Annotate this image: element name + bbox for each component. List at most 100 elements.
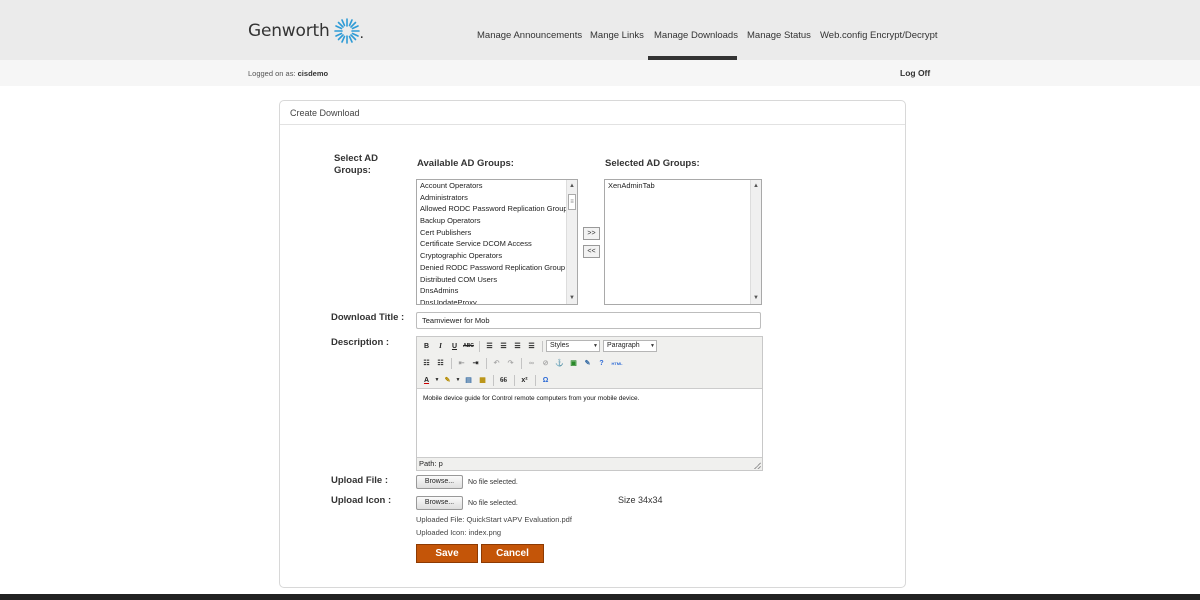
image-icon[interactable]: ▣ [567,357,580,370]
align-left-icon[interactable]: ☰ [483,340,496,353]
sunburst-logo-icon [333,18,360,44]
browse-file-button[interactable]: Browse... [416,475,463,489]
add-group-button[interactable]: >> [583,227,600,240]
toolbar-row: A ▼ ✎ ▼ ▤ ▦ 66 x² Ω [420,372,553,388]
selected-groups-list[interactable]: XenAdminTab ▲ ▼ [604,179,762,305]
toolbar-separator [479,340,480,352]
bullet-list-icon[interactable]: ☷ [420,357,433,370]
paragraph-select[interactable]: Paragraph ▼ [603,340,657,352]
paragraph-value: Paragraph [607,342,640,349]
list-item[interactable]: Administrators [417,192,577,204]
list-item[interactable]: XenAdminTab [605,180,761,192]
strikethrough-icon[interactable]: ABC [462,340,475,353]
paste-text-icon[interactable]: ▤ [462,374,475,387]
scroll-down-icon[interactable]: ▼ [567,293,577,303]
nav-webconfig-encrypt[interactable]: Web.config Encrypt/Decrypt [820,30,938,41]
bold-icon[interactable]: B [420,340,433,353]
available-list-scrollbar[interactable]: ▲ ≡ ▼ [566,180,577,304]
chevron-down-icon: ▼ [593,343,598,349]
selected-list-scrollbar[interactable]: ▲ ▼ [750,180,761,304]
scroll-up-icon[interactable]: ▲ [567,181,577,191]
logged-prefix: Logged on as: [248,69,296,78]
align-justify-icon[interactable]: ☰ [525,340,538,353]
styles-select[interactable]: Styles ▼ [546,340,600,352]
list-item[interactable]: Cert Publishers [417,227,577,239]
editor-toolbar: B I U ABC ☰ ☰ ☰ ☰ Styles ▼ Paragraph ▼ ☷… [417,337,762,389]
logged-user: cisdemo [297,69,329,78]
styles-value: Styles [550,342,570,349]
chevron-down-icon[interactable]: ▼ [455,374,461,387]
scroll-down-icon[interactable]: ▼ [751,293,761,303]
brand-name: Genworth [248,21,330,41]
uploaded-icon-info: Uploaded Icon: index.png [416,528,502,537]
blockquote-icon[interactable]: 66 [497,374,510,387]
resize-grip-icon[interactable] [754,462,761,469]
toolbar-separator [514,374,515,386]
special-char-icon[interactable]: Ω [539,374,552,387]
upload-file-label: Upload File : [331,475,388,486]
icon-status: No file selected. [468,500,518,507]
list-item[interactable]: Certificate Service DCOM Access [417,238,577,250]
genworth-logo[interactable]: Genworth . [248,17,364,45]
nav-manage-status[interactable]: Manage Status [747,30,811,41]
nav-manage-announcements[interactable]: Manage Announcements [477,30,582,41]
session-bar [0,60,1200,86]
redo-icon[interactable]: ↷ [504,357,517,370]
remove-group-button[interactable]: << [583,245,600,258]
scroll-up-icon[interactable]: ▲ [751,181,761,191]
chevron-down-icon: ▼ [650,343,655,349]
undo-icon[interactable]: ↶ [490,357,503,370]
chevron-down-icon[interactable]: ▼ [434,374,440,387]
browse-icon-button[interactable]: Browse... [416,496,463,510]
unlink-icon[interactable]: ⊘ [539,357,552,370]
uploaded-file-info: Uploaded File: QuickStart vAPV Evaluatio… [416,515,572,524]
list-item[interactable]: Backup Operators [417,215,577,227]
download-title-input[interactable]: Teamviewer for Mob [416,312,761,329]
available-groups-list[interactable]: Account Operators Administrators Allowed… [416,179,578,305]
toolbar-separator [542,340,543,352]
help-icon[interactable]: ? [595,357,608,370]
save-button[interactable]: Save [416,544,478,563]
editor-content[interactable]: Mobile device guide for Control remote c… [417,390,762,458]
underline-icon[interactable]: U [448,340,461,353]
toolbar-separator [451,357,452,369]
align-center-icon[interactable]: ☰ [497,340,510,353]
description-editor: B I U ABC ☰ ☰ ☰ ☰ Styles ▼ Paragraph ▼ ☷… [416,336,763,471]
list-item[interactable]: DnsUpdateProxy [417,297,577,304]
html-source-icon[interactable]: HTML [609,357,625,370]
highlight-color-icon[interactable]: ✎ [441,374,454,387]
cancel-button[interactable]: Cancel [481,544,544,563]
upload-icon-label: Upload Icon : [331,495,392,506]
outdent-icon[interactable]: ⇤ [455,357,468,370]
text-color-icon[interactable]: A [420,374,433,387]
scroll-thumb[interactable]: ≡ [568,194,576,210]
available-groups-header: Available AD Groups: [417,158,514,169]
list-item[interactable]: DnsAdmins [417,285,577,297]
log-off-link[interactable]: Log Off [900,68,930,78]
list-item[interactable]: Allowed RODC Password Replication Group [417,203,577,215]
file-status: No file selected. [468,479,518,486]
superscript-icon[interactable]: x² [518,374,531,387]
top-header: Genworth . Manage Announcements Mange Li… [0,0,1200,60]
list-item[interactable]: Account Operators [417,180,577,192]
nav-manage-downloads[interactable]: Manage Downloads [654,30,738,41]
footer-bar [0,594,1200,600]
link-icon[interactable]: ∞ [525,357,538,370]
paste-word-icon[interactable]: ▦ [476,374,489,387]
toolbar-row: ☷ ☷ ⇤ ⇥ ↶ ↷ ∞ ⊘ ⚓ ▣ ✎ ? HTML [420,355,626,371]
toolbar-separator [493,374,494,386]
cleanup-icon[interactable]: ✎ [581,357,594,370]
align-right-icon[interactable]: ☰ [511,340,524,353]
indent-icon[interactable]: ⇥ [469,357,482,370]
anchor-icon[interactable]: ⚓ [553,357,566,370]
nav-mange-links[interactable]: Mange Links [590,30,644,41]
list-item[interactable]: Denied RODC Password Replication Group [417,262,577,274]
list-item[interactable]: Cryptographic Operators [417,250,577,262]
toolbar-separator [535,374,536,386]
numbered-list-icon[interactable]: ☷ [434,357,447,370]
icon-size-note: Size 34x34 [618,495,663,505]
list-item[interactable]: Distributed COM Users [417,274,577,286]
description-label: Description : [331,337,390,348]
panel-header: Create Download [280,101,905,125]
italic-icon[interactable]: I [434,340,447,353]
